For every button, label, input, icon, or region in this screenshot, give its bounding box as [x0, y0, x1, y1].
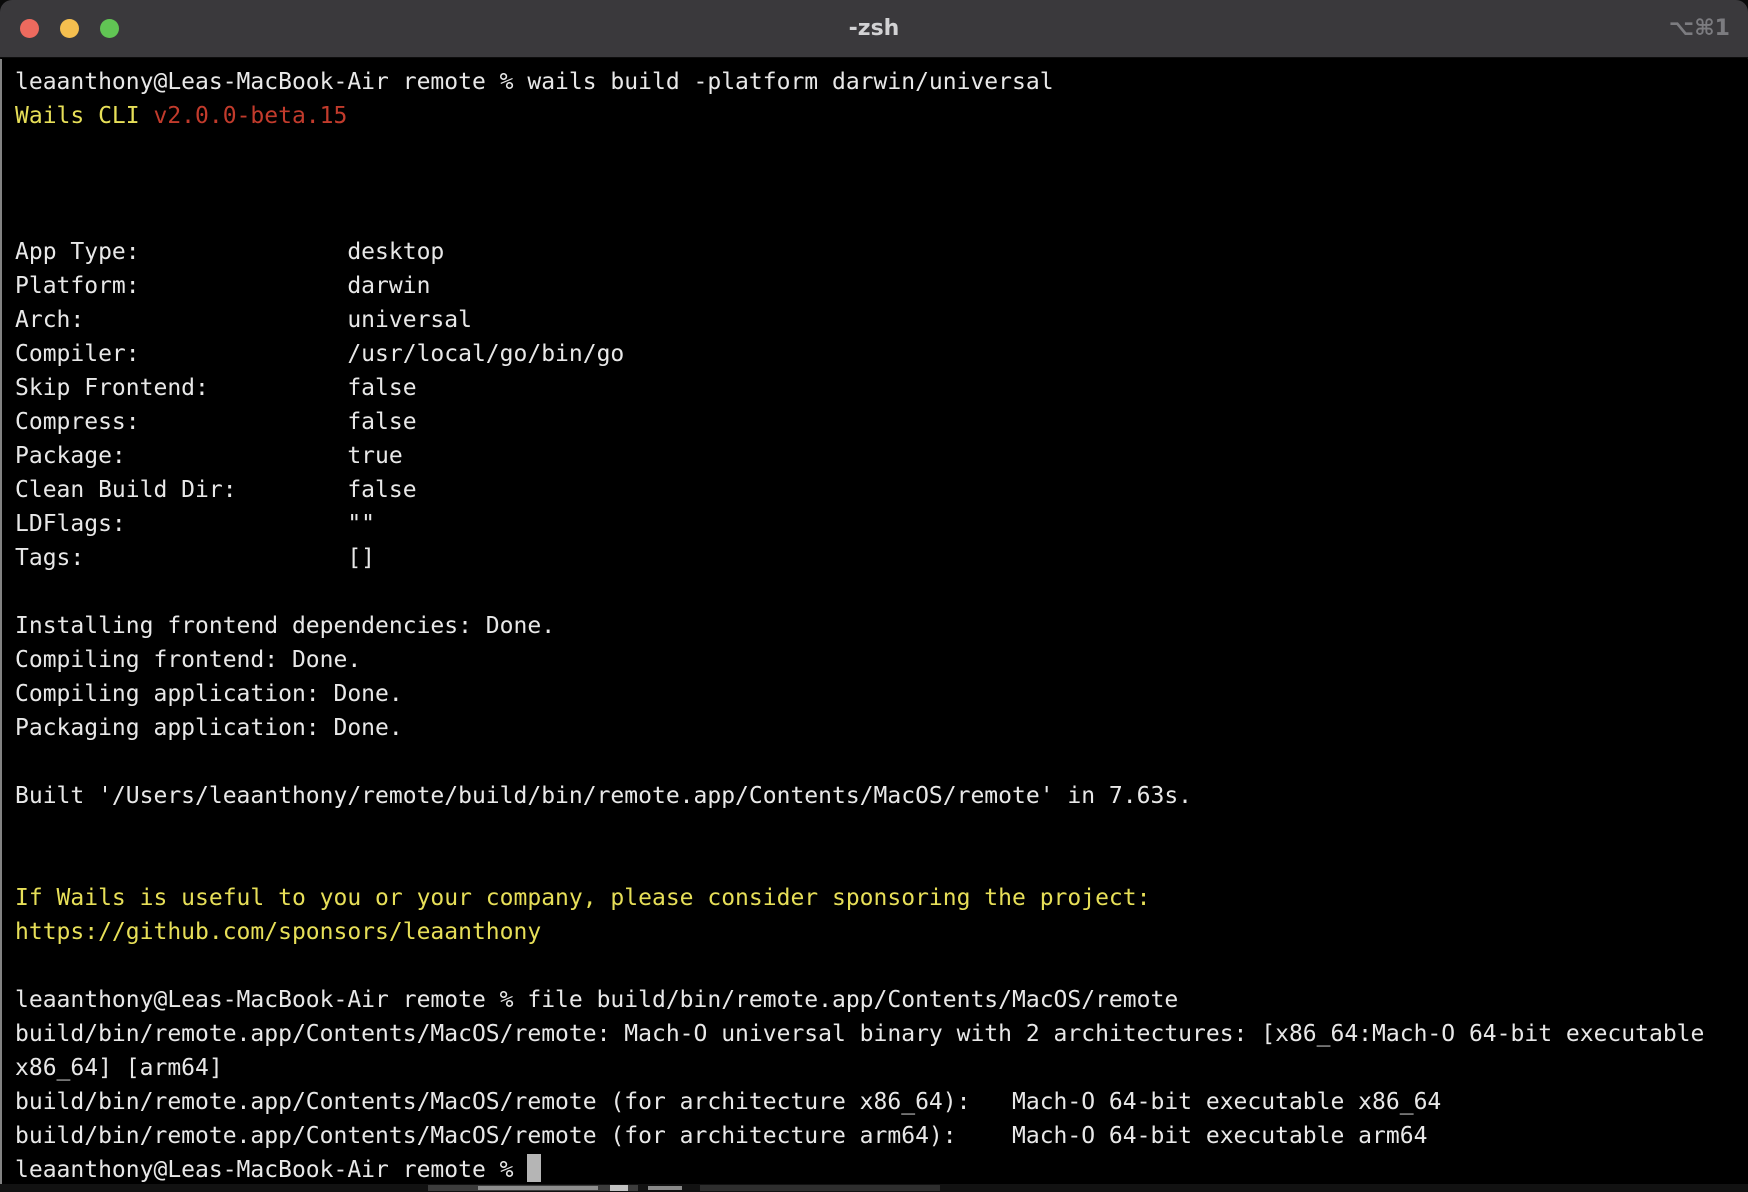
clipped-artifact: [610, 1185, 628, 1191]
clipped-artifact: [478, 1186, 598, 1190]
terminal-line: [15, 813, 1740, 847]
terminal-line: [15, 201, 1740, 235]
terminal-text-segment: leaanthony@Leas-MacBook-Air remote %: [15, 1157, 527, 1183]
terminal-text-segment: Arch: universal: [15, 307, 472, 333]
terminal-text-segment: leaanthony@Leas-MacBook-Air remote % fil…: [15, 987, 1178, 1013]
window-title: -zsh: [0, 0, 1748, 58]
terminal-line: build/bin/remote.app/Contents/MacOS/remo…: [15, 1119, 1740, 1153]
background-window-sliver: [0, 1184, 1748, 1192]
terminal-line: Package: true: [15, 439, 1740, 473]
terminal-text-segment: Platform: darwin: [15, 273, 430, 299]
terminal-line: build/bin/remote.app/Contents/MacOS/remo…: [15, 1085, 1740, 1119]
terminal-text-segment: https://github.com/sponsors/leaanthony: [15, 919, 541, 945]
terminal-cursor[interactable]: [527, 1154, 541, 1182]
terminal-text-segment: Compiling frontend: Done.: [15, 647, 361, 673]
terminal-line: Compiling frontend: Done.: [15, 643, 1740, 677]
terminal-line: leaanthony@Leas-MacBook-Air remote % fil…: [15, 983, 1740, 1017]
terminal-text-segment: App Type: desktop: [15, 239, 444, 265]
terminal-line: Compress: false: [15, 405, 1740, 439]
terminal-text-segment: leaanthony@Leas-MacBook-Air remote % wai…: [15, 69, 1054, 95]
terminal-text-segment: Wails CLI: [15, 103, 153, 129]
terminal-text-segment: Installing frontend dependencies: Done.: [15, 613, 555, 639]
terminal-line: [15, 949, 1740, 983]
terminal-text-segment: Compiler: /usr/local/go/bin/go: [15, 341, 624, 367]
terminal-line: Compiling application: Done.: [15, 677, 1740, 711]
terminal-text-segment: build/bin/remote.app/Contents/MacOS/remo…: [15, 1021, 1704, 1047]
terminal-text-segment: If Wails is useful to you or your compan…: [15, 885, 1150, 911]
terminal-line: Installing frontend dependencies: Done.: [15, 609, 1740, 643]
terminal-text-segment: Compiling application: Done.: [15, 681, 403, 707]
terminal-window: -zsh ⌥⌘1 leaanthony@Leas-MacBook-Air rem…: [0, 0, 1748, 1192]
terminal-line: Wails CLI v2.0.0-beta.15: [15, 99, 1740, 133]
tab-shortcut-badge: ⌥⌘1: [1669, 0, 1730, 58]
terminal-text-segment: Clean Build Dir: false: [15, 477, 417, 503]
terminal-line: Platform: darwin: [15, 269, 1740, 303]
terminal-line: build/bin/remote.app/Contents/MacOS/remo…: [15, 1017, 1740, 1051]
terminal-line: [15, 133, 1740, 167]
terminal-line: Built '/Users/leaanthony/remote/build/bi…: [15, 779, 1740, 813]
terminal-line: https://github.com/sponsors/leaanthony: [15, 915, 1740, 949]
terminal-text-segment: Compress: false: [15, 409, 417, 435]
terminal-line: [15, 847, 1740, 881]
terminal-line: [15, 745, 1740, 779]
terminal-text-segment: LDFlags: "": [15, 511, 375, 537]
terminal-line: If Wails is useful to you or your compan…: [15, 881, 1740, 915]
clipped-artifact: [648, 1186, 682, 1190]
terminal-text-segment: Package: true: [15, 443, 403, 469]
terminal-line: Clean Build Dir: false: [15, 473, 1740, 507]
terminal-line: x86_64] [arm64]: [15, 1051, 1740, 1085]
terminal-line: Packaging application: Done.: [15, 711, 1740, 745]
terminal-text-segment: Packaging application: Done.: [15, 715, 403, 741]
terminal-text-segment: Built '/Users/leaanthony/remote/build/bi…: [15, 783, 1192, 809]
terminal-line: leaanthony@Leas-MacBook-Air remote %: [15, 1153, 1740, 1184]
terminal-line: Tags: []: [15, 541, 1740, 575]
terminal-text-segment: x86_64] [arm64]: [15, 1055, 223, 1081]
title-bar[interactable]: -zsh ⌥⌘1: [0, 0, 1748, 58]
terminal-text-segment: Skip Frontend: false: [15, 375, 417, 401]
terminal-line: [15, 167, 1740, 201]
terminal-text-segment: build/bin/remote.app/Contents/MacOS/remo…: [15, 1089, 1441, 1115]
terminal-line: leaanthony@Leas-MacBook-Air remote % wai…: [15, 65, 1740, 99]
terminal-text-segment: Tags: []: [15, 545, 375, 571]
terminal-line: [15, 575, 1740, 609]
terminal-line: Skip Frontend: false: [15, 371, 1740, 405]
terminal-line: Arch: universal: [15, 303, 1740, 337]
terminal-line: App Type: desktop: [15, 235, 1740, 269]
clipped-artifact: [700, 1185, 940, 1191]
terminal-line: Compiler: /usr/local/go/bin/go: [15, 337, 1740, 371]
terminal-output[interactable]: leaanthony@Leas-MacBook-Air remote % wai…: [0, 59, 1748, 1184]
terminal-text-segment: v2.0.0-beta.15: [153, 103, 347, 129]
terminal-line: LDFlags: "": [15, 507, 1740, 541]
terminal-text-segment: build/bin/remote.app/Contents/MacOS/remo…: [15, 1123, 1427, 1149]
